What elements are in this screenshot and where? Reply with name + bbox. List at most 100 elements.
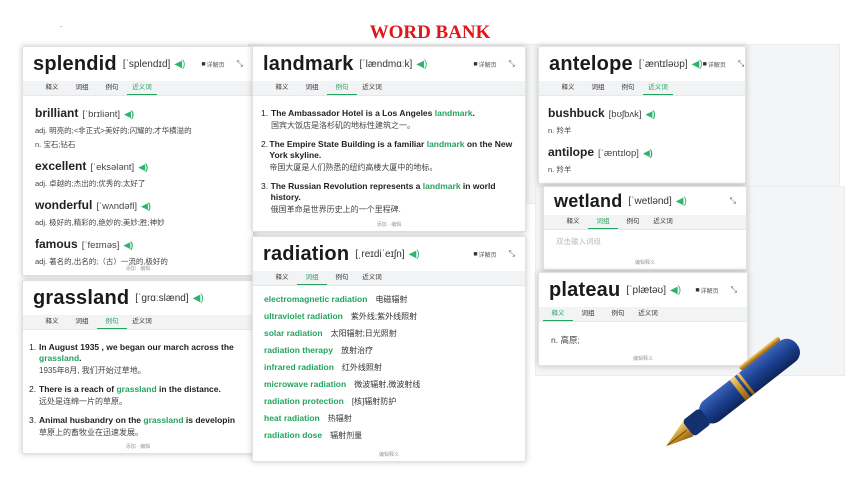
phrase-item[interactable]: ultraviolet radiation 紫外线;紫外线照射 [264, 311, 513, 322]
speaker-icon[interactable]: ◀) [123, 240, 133, 250]
definition: adj. 极好的,精彩的,绝妙的;美妙;胜;神妙 [35, 218, 165, 227]
phrase-item[interactable]: electromagnetic radiation 电磁辐射 [264, 294, 513, 305]
phrase-item[interactable]: solar radiation 太阳辐射;日光照射 [264, 328, 513, 339]
speaker-icon[interactable]: ◀) [646, 109, 656, 119]
book-icon: ■ [473, 250, 478, 258]
speaker-icon[interactable]: ◀) [124, 109, 134, 119]
tab-examples[interactable]: 例句 [327, 271, 357, 285]
tab-definition[interactable]: 释义 [37, 315, 67, 329]
card-footer: 添加 · 编辑 [125, 266, 151, 272]
tab-examples[interactable]: 例句 [613, 81, 643, 95]
phrase-item[interactable]: radiation therapy 放射治疗 [264, 345, 513, 356]
phrase-item[interactable]: heat radiation 热辐射 [264, 413, 513, 424]
definition: n. 羚羊 [548, 165, 572, 174]
tab-phrases[interactable]: 词组 [583, 81, 613, 95]
tab-definition[interactable]: 释义 [543, 307, 573, 321]
synonym-word[interactable]: bushbuck [bʊʃbʌk] ◀) [548, 106, 733, 120]
tab-phrases[interactable]: 词组 [297, 81, 327, 95]
tab-bar: 释义 词组 例句 近义词 [23, 81, 253, 96]
definition: adj. 卓越的;杰出的;优秀的;太好了 [35, 179, 146, 188]
card-splendid: splendid [ˈsplendɪd] ◀) ■ 详解页 ⤡ 释义 词组 例句 … [22, 46, 254, 276]
expand-icon[interactable]: ⤡ [730, 196, 736, 206]
example-sentence: 1. The Ambassador Hotel is a Los Angeles… [261, 108, 475, 130]
tab-bar: 释义 词组 例句 近义词 [539, 307, 747, 322]
speaker-icon[interactable]: ◀) [138, 162, 148, 172]
tab-synonyms[interactable]: 近义词 [357, 81, 387, 95]
detail-page-button[interactable]: ■ 详解页 [703, 60, 726, 69]
phonetic: [ˌreɪdiˈeɪʃn] [355, 248, 405, 260]
example-sentence: 3. The Russian Revolution represents a l… [261, 181, 496, 214]
synonym-word[interactable]: brilliant [ˈbrɪliənt] ◀) [35, 106, 241, 120]
tab-definition[interactable]: 释义 [37, 81, 67, 95]
card-footer[interactable]: 编辑释义 [544, 259, 746, 266]
example-sentence: 2. The Empire State Building is a famili… [261, 139, 513, 172]
phonetic: [ˈæntɪləʊp] [638, 58, 688, 70]
headword: radiation [263, 242, 350, 265]
headword: landmark [263, 52, 354, 75]
card-footer: 添加 · 编辑 [376, 222, 402, 228]
synonym-word[interactable]: wonderful [ˈwʌndəfl] ◀) [35, 198, 241, 212]
tab-definition[interactable]: 释义 [558, 215, 588, 229]
definition: n. 羚羊 [548, 126, 572, 135]
expand-icon[interactable]: ⤡ [509, 249, 515, 259]
book-icon: ■ [473, 60, 478, 68]
expand-icon[interactable]: ⤡ [237, 59, 243, 69]
speaker-icon[interactable]: ◀) [670, 285, 681, 296]
detail-page-button[interactable]: ■ 详解页 [201, 60, 224, 69]
tab-synonyms[interactable]: 近义词 [643, 81, 673, 95]
phrase-item[interactable]: infrared radiation 红外线照射 [264, 362, 513, 373]
headword: grassland [33, 286, 130, 309]
speaker-icon[interactable]: ◀) [676, 196, 687, 207]
tab-synonyms[interactable]: 近义词 [648, 215, 678, 229]
synonym-word[interactable]: excellent [ˈeksələnt] ◀) [35, 159, 241, 173]
phonetic: [ˈlændmɑːk] [359, 58, 413, 70]
card-footer[interactable]: 编辑释义 [253, 451, 525, 458]
tab-examples[interactable]: 例句 [97, 315, 127, 329]
phrase-item[interactable]: microwave radiation 微波辐射,微波射线 [264, 379, 513, 390]
book-icon: ■ [702, 60, 707, 68]
tab-examples[interactable]: 例句 [97, 81, 127, 95]
detail-page-button[interactable]: ■ 详解页 [473, 60, 496, 69]
tab-examples[interactable]: 例句 [327, 81, 357, 95]
card-antelope: antelope [ˈæntɪləʊp] ◀) ■ 详解页 ⤡ 释义 词组 例句 … [538, 46, 746, 184]
expand-icon[interactable]: ⤡ [731, 285, 737, 295]
speaker-icon[interactable]: ◀) [692, 59, 703, 70]
book-icon: ■ [695, 286, 700, 294]
pen-barrel [699, 338, 800, 424]
speaker-icon[interactable]: ◀) [409, 249, 420, 260]
phrase-item[interactable]: radiation dose 辐射剂量 [264, 430, 513, 441]
definition: n. 宝石;钻石 [35, 140, 76, 149]
expand-icon[interactable]: ⤡ [738, 59, 744, 69]
speaker-icon[interactable]: ◀) [141, 201, 151, 211]
tab-synonyms[interactable]: 近义词 [127, 81, 157, 95]
tab-phrases[interactable]: 词组 [67, 81, 97, 95]
example-sentence: 2. There is a reach of grassland in the … [29, 384, 221, 406]
phrase-input[interactable]: 双击输入词组 [544, 230, 746, 253]
synonym-word[interactable]: famous [ˈfeɪməs] ◀) [35, 237, 241, 251]
speaker-icon[interactable]: ◀) [193, 293, 204, 304]
expand-icon[interactable]: ⤡ [509, 59, 515, 69]
tab-examples[interactable]: 例句 [618, 215, 648, 229]
tab-definition[interactable]: 释义 [267, 81, 297, 95]
card-landmark: landmark [ˈlændmɑːk] ◀) ■ 详解页 ⤡ 释义 词组 例句 … [252, 46, 526, 232]
tab-synonyms[interactable]: 近义词 [633, 307, 663, 321]
tab-examples[interactable]: 例句 [603, 307, 633, 321]
tab-phrases[interactable]: 词组 [573, 307, 603, 321]
tab-phrases[interactable]: 词组 [67, 315, 97, 329]
detail-page-button[interactable]: ■ 详解页 [473, 250, 496, 259]
speaker-icon[interactable]: ◀) [174, 59, 185, 70]
speaker-icon[interactable]: ◀) [643, 148, 653, 158]
card-footer: 添加 · 编辑 [125, 444, 151, 450]
speaker-icon[interactable]: ◀) [416, 59, 427, 70]
tab-synonyms[interactable]: 近义词 [357, 271, 387, 285]
synonym-word[interactable]: antilope [ˈæntɪlop] ◀) [548, 145, 733, 159]
tab-definition[interactable]: 释义 [553, 81, 583, 95]
phrase-item[interactable]: radiation protection [核]辐射防护 [264, 396, 513, 407]
phonetic: [ˈɡrɑːslænd] [135, 292, 189, 304]
tab-synonyms[interactable]: 近义词 [127, 315, 157, 329]
book-icon: ■ [201, 60, 206, 68]
detail-page-button[interactable]: ■ 详解页 [695, 286, 718, 295]
tab-definition[interactable]: 释义 [267, 271, 297, 285]
tab-phrases[interactable]: 词组 [297, 271, 327, 285]
tab-phrases[interactable]: 词组 [588, 215, 618, 229]
